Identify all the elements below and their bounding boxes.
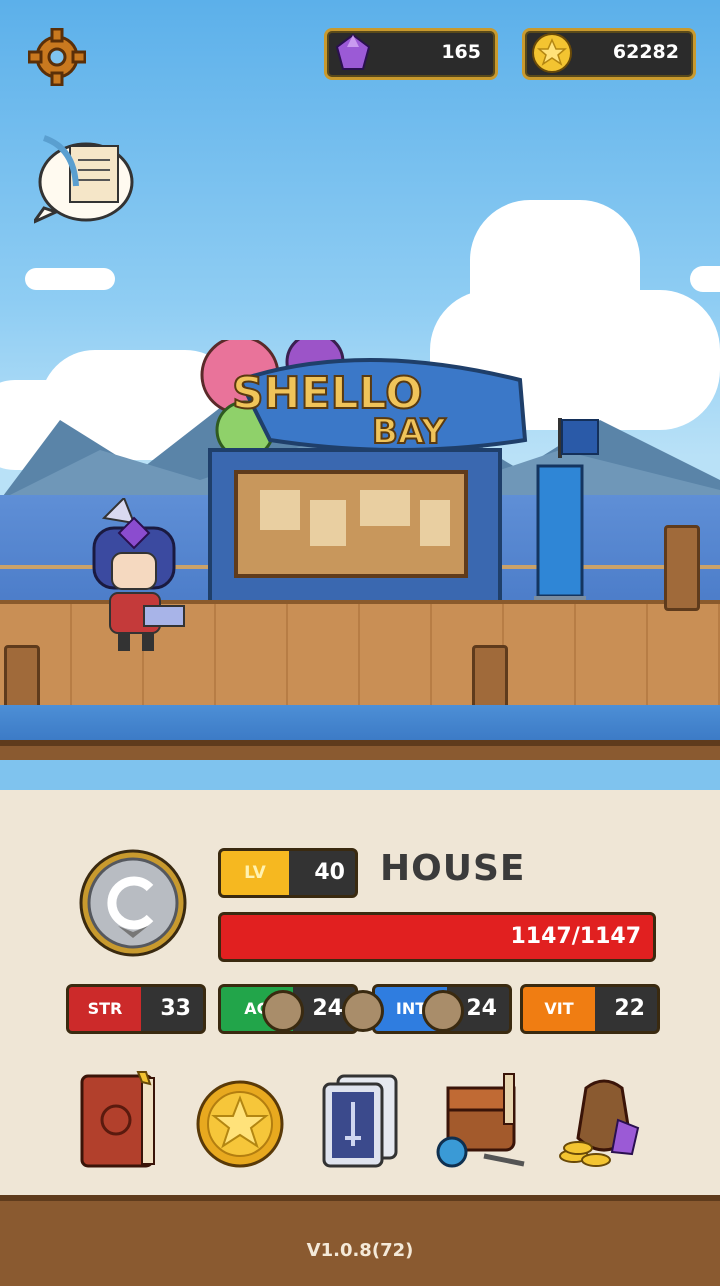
character-name: HOUSE xyxy=(380,848,526,889)
hp-value: 1147/1147 xyxy=(510,924,642,949)
cards-icon[interactable] xyxy=(312,1068,408,1172)
bag-icon[interactable] xyxy=(434,1068,530,1172)
lighthouse xyxy=(534,418,599,608)
gold-coin-icon[interactable] xyxy=(192,1068,288,1172)
gold-coin-icon xyxy=(532,33,572,73)
book-icon[interactable] xyxy=(74,1068,170,1172)
quest-scroll-icon xyxy=(29,135,134,226)
stat-str: STR 33 xyxy=(66,984,206,1034)
stat-label: VIT xyxy=(523,987,595,1031)
overlay-dot xyxy=(262,990,304,1032)
gold-value: 62282 xyxy=(612,41,679,63)
hp-bar: 1147/1147 xyxy=(218,912,656,962)
rank-medal-icon[interactable] xyxy=(78,848,188,958)
stat-value: 22 xyxy=(614,996,645,1021)
overlay-dot xyxy=(342,990,384,1032)
stat-value: 24 xyxy=(466,996,497,1021)
cloud xyxy=(25,268,115,290)
gems-counter[interactable]: 165 xyxy=(324,28,498,80)
shello-bay-sign: SHELLO BAY xyxy=(200,332,530,612)
cliff-edge xyxy=(0,740,720,760)
level-value: 40 xyxy=(314,860,345,885)
gems-value: 165 xyxy=(441,41,481,63)
stat-value: 33 xyxy=(160,996,191,1021)
stat-value: 24 xyxy=(312,996,343,1021)
quest-scroll-button[interactable] xyxy=(29,128,138,226)
game-scene: SHELLO BAY xyxy=(0,0,720,760)
hero-character[interactable] xyxy=(84,498,189,658)
stat-label: STR xyxy=(69,987,141,1031)
gold-counter[interactable]: 62282 xyxy=(522,28,696,80)
level-label: LV xyxy=(221,851,289,895)
overlay-dot xyxy=(422,990,464,1032)
version-label: V1.0.8(72) xyxy=(306,1240,414,1261)
sign-subtitle: BAY xyxy=(371,411,447,453)
water xyxy=(0,705,720,745)
level-badge: LV 40 xyxy=(218,848,358,898)
cloud xyxy=(690,266,720,292)
stat-vit: VIT 22 xyxy=(520,984,660,1034)
dock-post xyxy=(664,525,700,611)
gear-icon[interactable] xyxy=(28,28,86,86)
gem-icon xyxy=(335,33,371,70)
treasure-sack-icon[interactable] xyxy=(556,1068,652,1172)
